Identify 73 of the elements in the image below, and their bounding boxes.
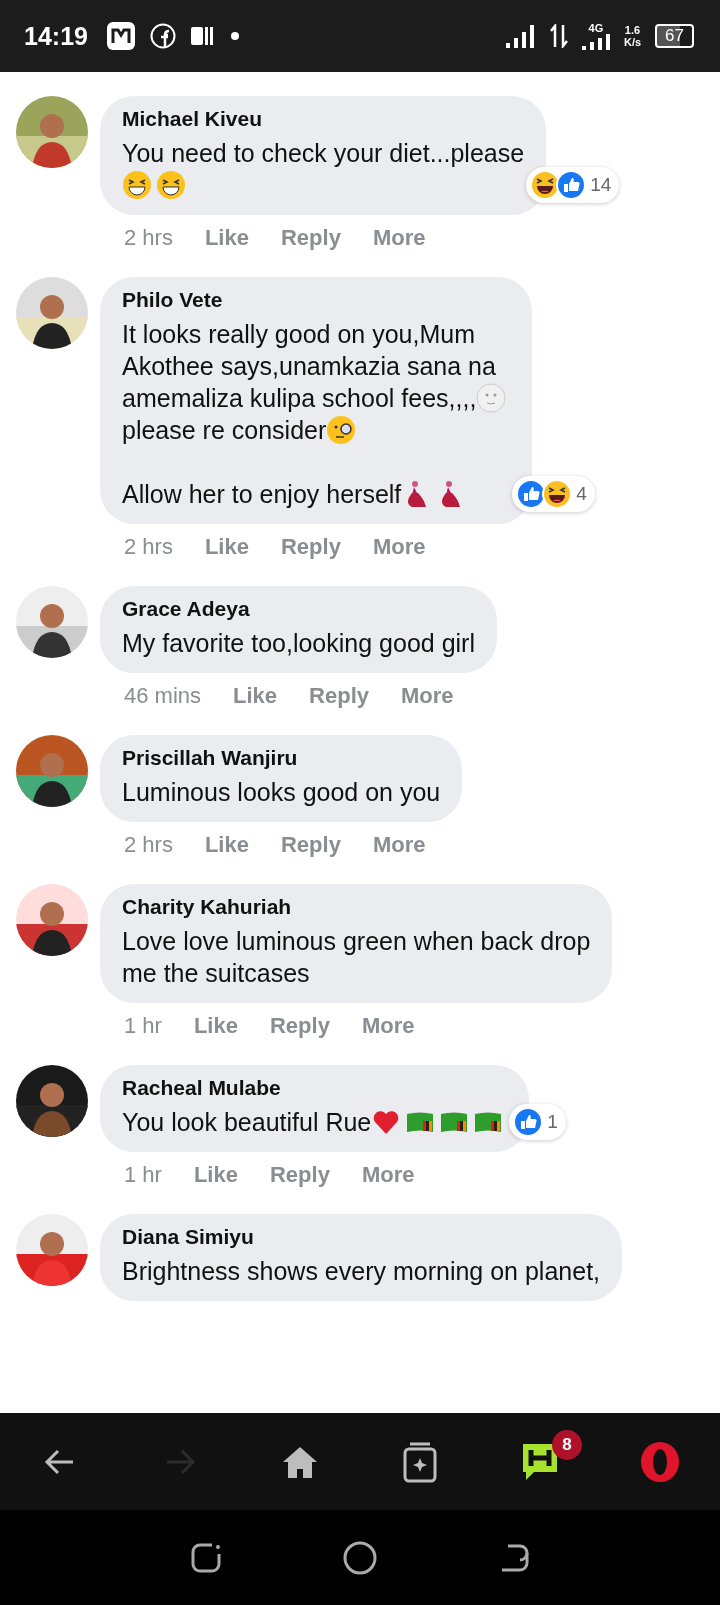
comment-text: You need to check your diet...please [122,138,525,169]
monocle-face-icon [326,415,357,445]
notification-dot-icon [229,31,240,41]
battery-level: 67 [655,24,694,48]
comment-text: Allow her to enjoy herself [122,479,402,510]
reaction-count: 4 [576,483,587,505]
comment-text: My favorite too,looking good girl [122,628,475,659]
like-reaction-icon [556,170,587,200]
comment-action-link[interactable]: Reply [269,1013,330,1039]
comment-action-link[interactable]: Reply [309,683,369,709]
comment-time: 1 hr [124,1162,162,1188]
comment-text: please re consider [122,415,327,446]
network-type: 4G [588,22,604,34]
reaction-count: 14 [590,174,612,196]
comment-text: Love love luminous green when back drop [122,926,591,957]
comment-text: Akothee says,unamkazia sana na [122,351,496,382]
speed-value: 1.6 [624,24,641,36]
moon-face-icon [476,383,507,413]
comment-action-link[interactable]: More [372,225,426,251]
data-transfer-icon [549,24,568,48]
comment-action-link[interactable]: More [372,832,426,858]
signal-icon [581,34,610,50]
comment-text: Brightness shows every morning on planet, [122,1256,601,1287]
comment-text: amemaliza kulipa school fees,,,, [122,383,477,414]
laughing-face-icon [122,170,152,200]
laughing-face-icon [156,170,186,200]
tabs-icon [402,1440,438,1483]
commenter-name: Priscillah Wanjiru [122,746,299,770]
commenter-name: Michael Kiveu [122,107,264,131]
reaction-count-badge[interactable]: 14 [526,167,620,203]
comment-text: me the suitcases [122,958,310,989]
comment-action-link[interactable]: More [361,1162,415,1188]
notification-badge: 8 [552,1429,582,1460]
comment-action-link[interactable]: Like [204,225,249,251]
comment-text: It looks really good on you,Mum [122,319,475,350]
commenter-name: Diana Simiyu [122,1225,255,1249]
recent-apps-icon[interactable] [190,1541,222,1574]
comment-action-link[interactable]: Like [204,832,249,858]
comment-text: Luminous looks good on you [122,777,441,808]
reaction-count: 1 [547,1111,558,1133]
gallery-app-icon [105,21,136,51]
comment-action-link[interactable]: More [361,1013,415,1039]
home-icon [281,1444,319,1479]
signal-icon [505,24,536,48]
commenter-name: Charity Kahuriah [122,895,293,919]
comment-action-link[interactable]: Reply [280,534,341,560]
facebook-icon [149,23,176,49]
comment-action-link[interactable]: Reply [269,1162,330,1188]
clock: 14:19 [24,21,88,51]
comment-action-link[interactable]: Like [193,1162,238,1188]
comment-action-link[interactable]: More [401,683,454,709]
opera-logo-icon [639,1440,681,1483]
comment-action-link[interactable]: Like [233,683,278,709]
reaction-count-badge[interactable]: 1 [509,1104,566,1140]
comment-action-link[interactable]: Reply [280,225,341,251]
commenter-name: Racheal Mulabe [122,1076,282,1100]
comment-action-link[interactable]: Like [193,1013,238,1039]
comment-action-link[interactable]: Like [204,534,249,560]
haha-reaction-icon [542,479,573,509]
comment-text: You look beautiful Rue [122,1107,372,1138]
comment-time: 1 hr [124,1013,162,1039]
speed-unit: K/s [623,36,642,48]
reaction-count-badge[interactable]: 4 [512,476,595,512]
comment-time: 2 hrs [124,534,173,560]
comment-time: 2 hrs [124,832,173,858]
like-reaction-icon [513,1107,544,1137]
commenter-name: Philo Vete [122,288,224,312]
commenter-name: Grace Adeya [122,597,251,621]
comment-time: 2 hrs [124,225,173,251]
home-circle-icon[interactable] [342,1539,378,1576]
comment-action-link[interactable]: More [372,534,426,560]
comment-action-link[interactable]: Reply [280,832,341,858]
comment-time: 46 mins [124,683,202,709]
